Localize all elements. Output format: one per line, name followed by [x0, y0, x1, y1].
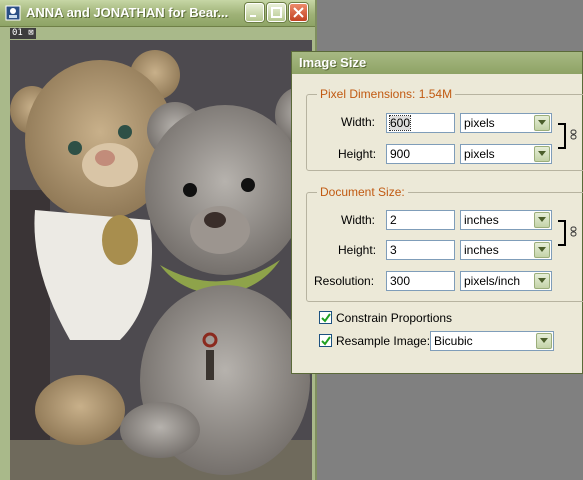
document-size-legend: Document Size: [317, 185, 408, 199]
doc-height-unit-select[interactable]: inches [460, 240, 552, 260]
chevron-down-icon[interactable] [536, 333, 552, 349]
chevron-down-icon[interactable] [534, 242, 550, 258]
document-title: ANNA and JONATHAN for Bear... [26, 5, 229, 20]
pixel-height-label: Height: [338, 147, 377, 161]
doc-height-input[interactable]: 3 [386, 240, 455, 260]
doc-width-input[interactable]: 2 [386, 210, 455, 230]
doc-height-label: Height: [338, 243, 377, 257]
pixel-dimensions-size: 1.54M [418, 87, 453, 101]
maximize-button[interactable] [267, 3, 286, 22]
doc-width-unit-select[interactable]: inches [460, 210, 552, 230]
doc-link-bracket [558, 220, 566, 246]
resolution-input[interactable]: 300 [386, 271, 455, 291]
resolution-unit-select[interactable]: pixels/inch [460, 271, 552, 291]
chevron-down-icon[interactable] [534, 273, 550, 289]
doc-width-label: Width: [341, 213, 376, 227]
chain-link-icon [570, 226, 577, 237]
pixel-width-label: Width: [341, 115, 376, 129]
pixel-dimensions-legend: Pixel Dimensions: 1.54M [317, 87, 456, 101]
chevron-down-icon[interactable] [534, 146, 550, 162]
minimize-button[interactable] [245, 3, 264, 22]
pixel-link-bracket [558, 123, 566, 149]
constrain-proportions-checkbox[interactable] [319, 311, 332, 324]
dialog-title: Image Size [299, 55, 367, 70]
pixel-height-unit-select[interactable]: pixels [460, 144, 552, 164]
minimize-icon [250, 15, 256, 17]
resample-image-label[interactable]: Resample Image: [336, 334, 430, 348]
constrain-proportions-label[interactable]: Constrain Proportions [336, 311, 452, 325]
resample-method-select[interactable]: Bicubic [430, 331, 554, 351]
close-button[interactable] [289, 3, 308, 22]
chevron-down-icon[interactable] [534, 212, 550, 228]
document-window: ANNA and JONATHAN for Bear... 01 ⊠ [0, 0, 317, 480]
image-size-dialog: Image Size Pixel Dimensions: 1.54M Width… [291, 51, 583, 374]
teddy-bears-photo [10, 40, 312, 480]
maximize-icon [271, 7, 282, 18]
close-icon [293, 7, 304, 18]
resolution-label: Resolution: [314, 274, 375, 288]
checkmark-icon [321, 313, 331, 323]
document-title-bar[interactable]: ANNA and JONATHAN for Bear... [0, 0, 315, 27]
checkmark-icon [321, 336, 331, 346]
pixel-height-input[interactable]: 900 [386, 144, 455, 164]
dialog-title-bar[interactable]: Image Size [292, 52, 582, 74]
document-status: 01 ⊠ [10, 28, 36, 39]
resample-image-checkbox[interactable] [319, 334, 332, 347]
photoshop-icon [5, 5, 21, 21]
chevron-down-icon[interactable] [534, 115, 550, 131]
chain-link-icon [570, 129, 577, 140]
pixel-width-input[interactable]: 600 [386, 113, 455, 133]
pixel-width-unit-select[interactable]: pixels [460, 113, 552, 133]
photo-canvas[interactable] [10, 40, 312, 480]
